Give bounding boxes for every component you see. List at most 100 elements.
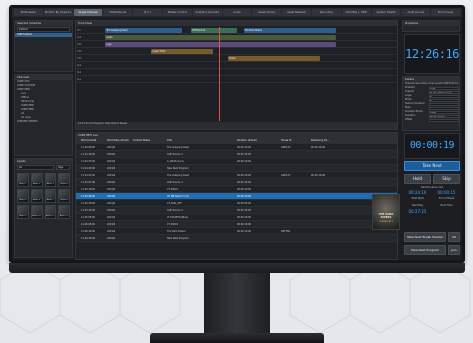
table-row[interactable]: 11:24:33:00 2019/6 X_GIRLS (Live) 00:00:10:… <box>76 158 397 165</box>
tab-card-rtg-hdd[interactable]: Card Rtg + HDD <box>341 9 371 16</box>
asset-thumbnail-label: Asset 10 <box>31 215 42 218</box>
asset-thumbnail[interactable]: Asset 4 <box>58 173 70 187</box>
cell-id <box>280 221 310 227</box>
cell-status <box>132 186 156 192</box>
table-row[interactable]: 11:25:18:00 2019/6 CT 00001 00:00:10:00 <box>76 186 397 193</box>
table-row[interactable]: 11:25:03:00 2019/6 LIVE Source 1 00:00:15:0… <box>76 179 397 186</box>
timeline-clip[interactable]: The Grasping Dead <box>105 28 183 33</box>
cell-title: Take Next Program <box>167 237 189 240</box>
table-row[interactable]: 11:26:18:00 2019/6 The Dark Riders 00:00:10… <box>76 228 397 235</box>
skip-button[interactable]: Skip <box>433 174 460 184</box>
cell-dur: 00:00:05:00 <box>237 202 252 205</box>
property-value[interactable]: 0 <box>429 98 459 102</box>
column-header[interactable]: Start (Actual) <box>80 138 106 143</box>
column-header[interactable] <box>156 138 166 143</box>
tab-multichannel[interactable]: Multichannel <box>103 9 133 16</box>
timeline-playhead[interactable] <box>218 27 220 121</box>
cell-date: 2019/6 <box>107 202 116 205</box>
property-value[interactable]: 0 <box>429 94 459 98</box>
table-row[interactable]: 11:26:08:00 2019/6 CT 00001 00:00:10:00 <box>76 221 397 228</box>
column-header[interactable]: Remaining Du... <box>310 138 397 143</box>
next-duration-value: 00:24:16 <box>408 190 427 195</box>
property-value[interactable] <box>429 106 459 110</box>
tab-system-health[interactable]: System Health <box>371 9 401 16</box>
table-row[interactable]: 11:25:43:00 2019/6 LIVE Source 2 00:00:15:0… <box>76 207 397 214</box>
timeline-track: Sub <box>76 69 397 76</box>
channel-item[interactable]: CHROME SPORTS <box>15 120 72 124</box>
property-value[interactable] <box>429 102 459 106</box>
cell-start: 11:24:08:00 <box>81 146 96 149</box>
asset-thumbnail[interactable]: Asset 10 <box>30 205 43 219</box>
tab-audit-journal[interactable]: Audit Journal <box>401 9 431 16</box>
asset-thumbnail[interactable]: Asset 5 <box>17 189 29 203</box>
take-next-button[interactable]: Take Next <box>404 161 460 171</box>
timeline-clip[interactable]: Logo <box>105 42 336 47</box>
properties-title: Properties <box>403 21 459 26</box>
property-value[interactable] <box>429 118 459 122</box>
take-next-break-header-button[interactable]: Take Next Break Header <box>404 232 446 242</box>
cell-dur: 00:00:10:00 <box>237 223 252 226</box>
asset-thumbnail[interactable]: Asset 8 <box>58 189 70 203</box>
cell-title: LT DOLPHIN (Blue) <box>167 216 189 219</box>
asset-thumbnail[interactable]: Asset 12 <box>58 205 70 219</box>
schedule-select[interactable]: Default <box>17 27 70 32</box>
schedule-panel: Selected Schedule Default CDN FinProd <box>14 20 73 72</box>
table-row[interactable]: 11:25:58:00 2019/6 LT DOLPHIN (Blue) 00:00:… <box>76 214 397 221</box>
tab-recording[interactable]: Recording <box>311 9 341 16</box>
timeline-tab[interactable]: Time Show <box>78 21 92 26</box>
table-row[interactable]: 11:25:28:00 2019/6 UT ME Switch 5 (0) 00:00… <box>76 193 397 200</box>
take-next-program-button[interactable]: Take Next Program <box>404 245 446 255</box>
asset-thumbnail[interactable]: Asset 9 <box>17 205 29 219</box>
cell-title: LIVE Source 1 <box>167 181 183 184</box>
asset-thumbnail[interactable]: Asset 6 <box>30 189 43 203</box>
tab-n-x-7[interactable]: N x 7 <box>133 9 162 16</box>
tab-graphics-override[interactable]: Graphics Override <box>192 9 222 16</box>
cell-id <box>280 158 310 164</box>
timeline-clip[interactable]: Audio <box>105 35 336 40</box>
tab-audio[interactable]: Audio <box>222 9 252 16</box>
table-row[interactable]: 11:25:38:00 2019/6 CT_BUG_OFF 00:00:05:00 <box>76 200 397 207</box>
tab-monitor-by-graphics[interactable]: Monitor By Graphics <box>43 9 73 16</box>
tab-print-lineup[interactable]: Print Lineup <box>431 9 460 16</box>
tab-single-channel[interactable]: Single Channel <box>73 9 103 16</box>
table-row[interactable]: 11:24:18:00 2019/6 LIVE Source 1 00:00:15:0… <box>76 151 397 158</box>
timeline-header: Time Show <box>76 21 397 26</box>
timeline-clip[interactable]: Lower Third <box>151 49 213 54</box>
cell-date: 2019/6 <box>107 230 116 233</box>
column-header[interactable]: Title <box>166 138 236 143</box>
asset-thumbnail[interactable]: Asset 1 <box>17 173 29 187</box>
asset-tags-button[interactable]: Tags <box>56 165 70 170</box>
timeline-clip[interactable]: Off the Grid <box>191 28 238 33</box>
asset-filter-select[interactable]: All <box>17 165 54 170</box>
table-row[interactable]: 11:24:43:00 2019/6 Take Next Program <box>76 165 397 172</box>
timeline-clip[interactable]: The Dark Riders <box>243 28 336 33</box>
table-row[interactable]: 11:24:08:00 2019/6 The Grasping Dead 00:00:… <box>76 144 397 151</box>
property-value[interactable]: LT ME Switch 5 (0) <box>429 90 459 94</box>
property-value[interactable]: 00:00:10:00 <box>429 114 459 118</box>
cell-marker <box>156 228 166 234</box>
column-header[interactable]: Content Status <box>132 138 156 143</box>
asset-thumbnail[interactable]: Asset 2 <box>30 173 43 187</box>
asset-thumbnail[interactable]: Asset 11 <box>44 205 57 219</box>
tab-master-control[interactable]: Master Control <box>162 9 192 16</box>
property-value[interactable]: Fixed <box>429 110 459 114</box>
alt-button[interactable]: Alt <box>448 232 460 242</box>
asset-thumbnail-label: Asset 8 <box>59 199 69 202</box>
hold-button[interactable]: Hold <box>404 174 431 184</box>
table-row[interactable]: 11:26:28:00 2019/6 Take Next Program <box>76 235 397 242</box>
column-header[interactable]: Start Date (Actual) <box>106 138 132 143</box>
tab-asset-network[interactable]: Asset Network <box>282 9 311 16</box>
asset-thumbnail[interactable]: Asset 3 <box>44 173 57 187</box>
asset-thumbnail[interactable]: Asset 7 <box>44 189 57 203</box>
cell-status <box>132 193 156 199</box>
timeline-clip[interactable]: Ticker <box>228 56 321 61</box>
table-row[interactable]: 11:24:43:00 2019/6 The Grasping Dead 00:00:… <box>76 172 397 179</box>
selected-schedule-item[interactable]: CDN FinProd <box>15 33 72 37</box>
join-button[interactable]: Join <box>448 245 460 255</box>
preview-subtitle: TONIGHT AT 9 <box>378 221 394 223</box>
column-header[interactable]: House ID <box>280 138 310 143</box>
column-header[interactable]: Duration (Actual) <box>236 138 280 143</box>
tab-asset-library[interactable]: Asset Library <box>252 9 282 16</box>
tab-multiviewer[interactable]: Multiviewer <box>14 9 43 16</box>
property-value[interactable]: True <box>429 86 459 90</box>
